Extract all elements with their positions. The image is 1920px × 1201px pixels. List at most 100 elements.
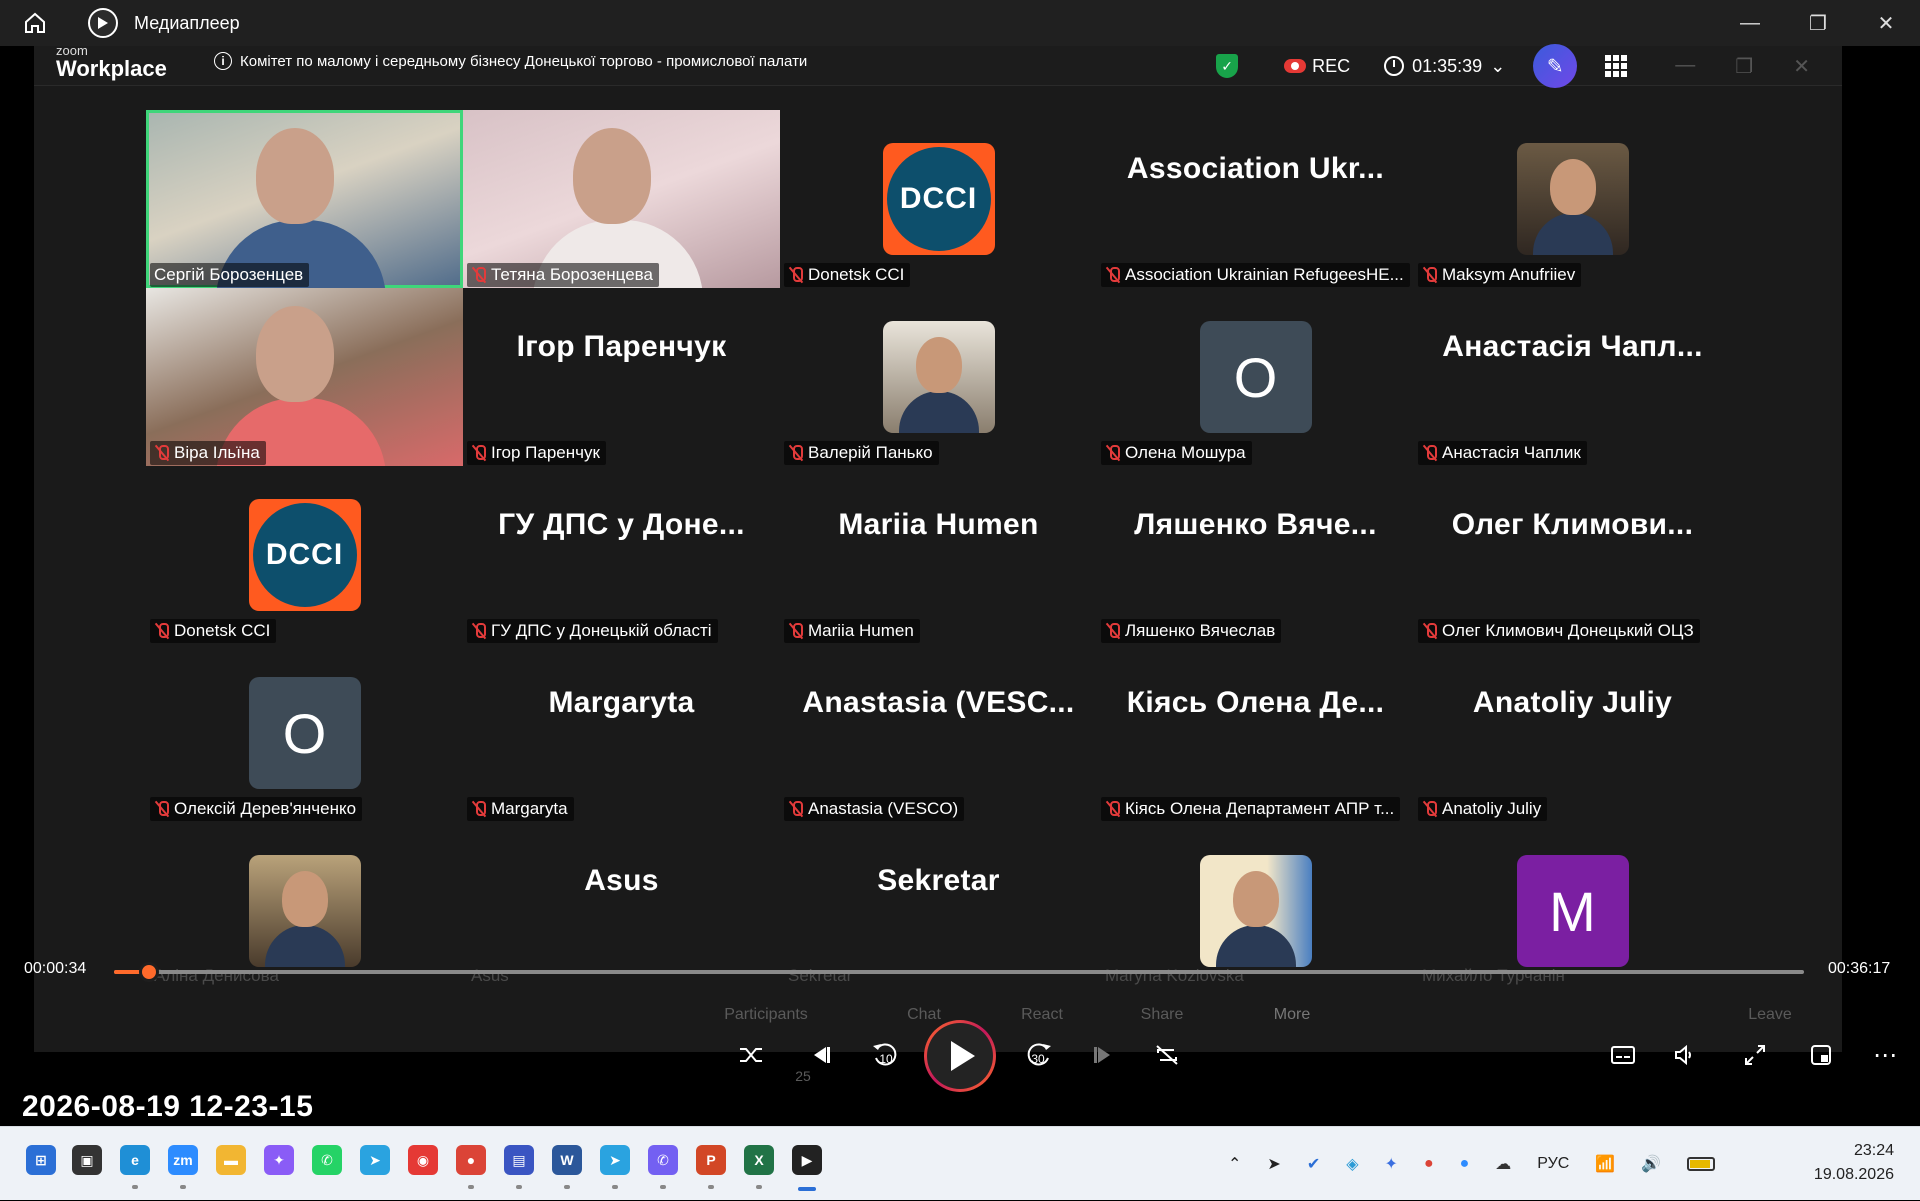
meeting-timer[interactable]: 01:35:39 ⌄ bbox=[1384, 56, 1505, 77]
participant-tile[interactable]: Валерій Панько bbox=[780, 288, 1097, 466]
viber-icon[interactable]: ✆ bbox=[648, 1145, 678, 1175]
mic-muted-icon bbox=[1422, 266, 1438, 284]
mini-player-button[interactable] bbox=[1806, 1040, 1836, 1070]
skip-forward-button[interactable]: 30 bbox=[1020, 1036, 1056, 1074]
participant-tile[interactable]: Asus Asus bbox=[463, 822, 780, 985]
participant-tile[interactable]: Аліна Денисова bbox=[146, 822, 463, 985]
participant-tile[interactable]: Анастасія Чапл... Анастасія Чаплик bbox=[1414, 288, 1731, 466]
seek-bar[interactable] bbox=[114, 962, 1804, 982]
participant-name: Maksym Anufriiev bbox=[1442, 265, 1576, 284]
edge-icon[interactable]: e bbox=[120, 1145, 150, 1175]
word-icon[interactable]: W bbox=[552, 1145, 582, 1175]
participant-name-label: Тетяна Борозенцева bbox=[467, 263, 659, 287]
window-title: Медиаплеер bbox=[134, 12, 240, 33]
taskbar-clock[interactable]: 23:24 19.08.2026 bbox=[1814, 1139, 1894, 1187]
file-explorer-icon[interactable]: ▬ bbox=[216, 1145, 246, 1175]
speaker-icon[interactable]: 🔊 bbox=[1641, 1154, 1661, 1174]
participant-display-name: Margaryta bbox=[548, 686, 695, 719]
more-options-button[interactable]: ⋯ bbox=[1870, 1040, 1900, 1070]
seek-thumb[interactable] bbox=[138, 962, 159, 982]
video-feed bbox=[256, 306, 334, 402]
participant-tile[interactable]: O Олексій Дерев'янченко bbox=[146, 644, 463, 822]
play-button[interactable] bbox=[924, 1020, 996, 1092]
participant-name-label: Margaryta bbox=[467, 797, 574, 821]
participant-tile[interactable]: Association Ukr... Association Ukrainian … bbox=[1097, 110, 1414, 288]
participant-tile[interactable]: DCCI Donetsk CCI bbox=[146, 466, 463, 644]
task-view-icon[interactable]: ▣ bbox=[72, 1145, 102, 1175]
meeting-info[interactable]: i Комітет по малому і середньому бізнесу… bbox=[214, 52, 807, 70]
participant-tile[interactable]: Сергій Борозенцев bbox=[146, 110, 463, 288]
participant-tile[interactable]: Віра Ільїна bbox=[146, 288, 463, 466]
minimize-button[interactable]: — bbox=[1716, 0, 1784, 46]
participant-tile[interactable]: Margaryta Margaryta bbox=[463, 644, 780, 822]
participant-name-label: Association Ukrainian RefugeesHE... bbox=[1101, 263, 1410, 287]
participant-tile[interactable]: ГУ ДПС у Доне... ГУ ДПС у Донецькій облас… bbox=[463, 466, 780, 644]
security-tray-icon[interactable]: ◈ bbox=[1346, 1154, 1358, 1174]
whatsapp-icon[interactable]: ✆ bbox=[312, 1145, 342, 1175]
participant-tile[interactable]: Anatoliy Juliy Anatoliy Juliy bbox=[1414, 644, 1731, 822]
captions-icon bbox=[1611, 1046, 1635, 1064]
maximize-button[interactable]: ❐ bbox=[1784, 0, 1852, 46]
repeat-button[interactable] bbox=[1152, 1040, 1182, 1070]
view-grid-icon[interactable] bbox=[1605, 55, 1628, 77]
next-button[interactable] bbox=[1088, 1040, 1118, 1070]
ellipsis-icon: ⋯ bbox=[1873, 1041, 1897, 1069]
video-frame[interactable]: zoom Workplace i Комітет по малому і сер… bbox=[0, 44, 1920, 1126]
zoom-app-icon[interactable]: zm bbox=[168, 1145, 198, 1175]
participant-tile[interactable]: Anastasia (VESC... Anastasia (VESCO) bbox=[780, 644, 1097, 822]
chrome-icon[interactable]: ● bbox=[456, 1145, 486, 1175]
participant-tile[interactable]: Maksym Anufriiev bbox=[1414, 110, 1731, 288]
participant-tile[interactable]: M Михайло Турчанін bbox=[1414, 822, 1731, 985]
participant-tile[interactable]: Ігор Паренчук Ігор Паренчук bbox=[463, 288, 780, 466]
battery-icon[interactable] bbox=[1687, 1157, 1716, 1171]
media-player-icon[interactable]: ▶ bbox=[792, 1145, 822, 1175]
excel-icon[interactable]: X bbox=[744, 1145, 774, 1175]
ai-companion-button[interactable]: ✎ bbox=[1533, 44, 1578, 88]
close-button[interactable]: ✕ bbox=[1852, 0, 1920, 46]
notepad-icon[interactable]: ▤ bbox=[504, 1145, 534, 1175]
participant-tile[interactable]: Тетяна Борозенцева bbox=[463, 110, 780, 288]
chrome-tray-icon[interactable]: ● bbox=[1424, 1155, 1434, 1173]
participant-tile[interactable]: Олег Климови... Олег Климович Донецький О… bbox=[1414, 466, 1731, 644]
participant-name: Анастасія Чаплик bbox=[1442, 443, 1581, 462]
powerpoint-icon[interactable]: P bbox=[696, 1145, 726, 1175]
dcci-logo: DCCI bbox=[882, 143, 995, 255]
encryption-shield-icon[interactable]: ✓ bbox=[1216, 54, 1239, 78]
zoom-restore-icon[interactable]: ❐ bbox=[1735, 54, 1753, 79]
participant-tile[interactable]: Sekretar Sekretar bbox=[780, 822, 1097, 985]
previous-button[interactable] bbox=[806, 1040, 836, 1070]
onedrive-tray-icon[interactable]: ☁ bbox=[1495, 1154, 1511, 1174]
copilot-tray-icon[interactable]: ✦ bbox=[1385, 1154, 1398, 1174]
fullscreen-icon bbox=[1745, 1045, 1765, 1065]
recording-indicator[interactable]: REC bbox=[1284, 56, 1350, 77]
home-button[interactable] bbox=[0, 0, 70, 46]
participant-tile[interactable]: Кіясь Олена Де... Кіясь Олена Департамент… bbox=[1097, 644, 1414, 822]
defender-tray-icon[interactable]: ✔ bbox=[1307, 1154, 1320, 1174]
telegram-2-icon[interactable]: ➤ bbox=[600, 1145, 630, 1175]
participant-name-label: Ляшенко Вячеслав bbox=[1101, 619, 1282, 643]
fullscreen-button[interactable] bbox=[1740, 1040, 1770, 1070]
captions-button[interactable] bbox=[1608, 1040, 1638, 1070]
participant-name-label: Ігор Паренчук bbox=[467, 441, 606, 465]
zoom-tray-icon[interactable]: ● bbox=[1460, 1155, 1470, 1173]
skip-back-button[interactable]: 10 bbox=[868, 1036, 904, 1074]
participant-tile[interactable]: DCCI Donetsk CCI bbox=[780, 110, 1097, 288]
zoom-minimize-icon[interactable]: — bbox=[1675, 54, 1695, 79]
wifi-icon[interactable]: 📶 bbox=[1595, 1154, 1615, 1174]
participant-tile[interactable]: O Олена Мошура bbox=[1097, 288, 1414, 466]
cast-icon[interactable]: ◉ bbox=[408, 1145, 438, 1175]
participant-tile[interactable]: Maryna Kozlovska bbox=[1097, 822, 1414, 985]
volume-button[interactable] bbox=[1670, 1040, 1700, 1070]
chevron-up-icon[interactable]: ⌃ bbox=[1228, 1154, 1241, 1174]
participant-tile[interactable]: Ляшенко Вяче... Ляшенко Вячеслав bbox=[1097, 466, 1414, 644]
shuffle-button[interactable] bbox=[736, 1040, 766, 1070]
telegram-tray-icon[interactable]: ➤ bbox=[1267, 1154, 1280, 1174]
zoom-close-icon[interactable]: ✕ bbox=[1793, 54, 1810, 79]
language-indicator[interactable]: РУС bbox=[1537, 1155, 1569, 1173]
mic-muted-icon bbox=[788, 800, 804, 818]
taskbar-time: 23:24 bbox=[1853, 1142, 1894, 1159]
telegram-icon[interactable]: ➤ bbox=[360, 1145, 390, 1175]
participant-tile[interactable]: Mariia Humen Mariia Humen bbox=[780, 466, 1097, 644]
copilot-icon[interactable]: ✦ bbox=[264, 1145, 294, 1175]
start-icon[interactable]: ⊞ bbox=[26, 1145, 56, 1175]
